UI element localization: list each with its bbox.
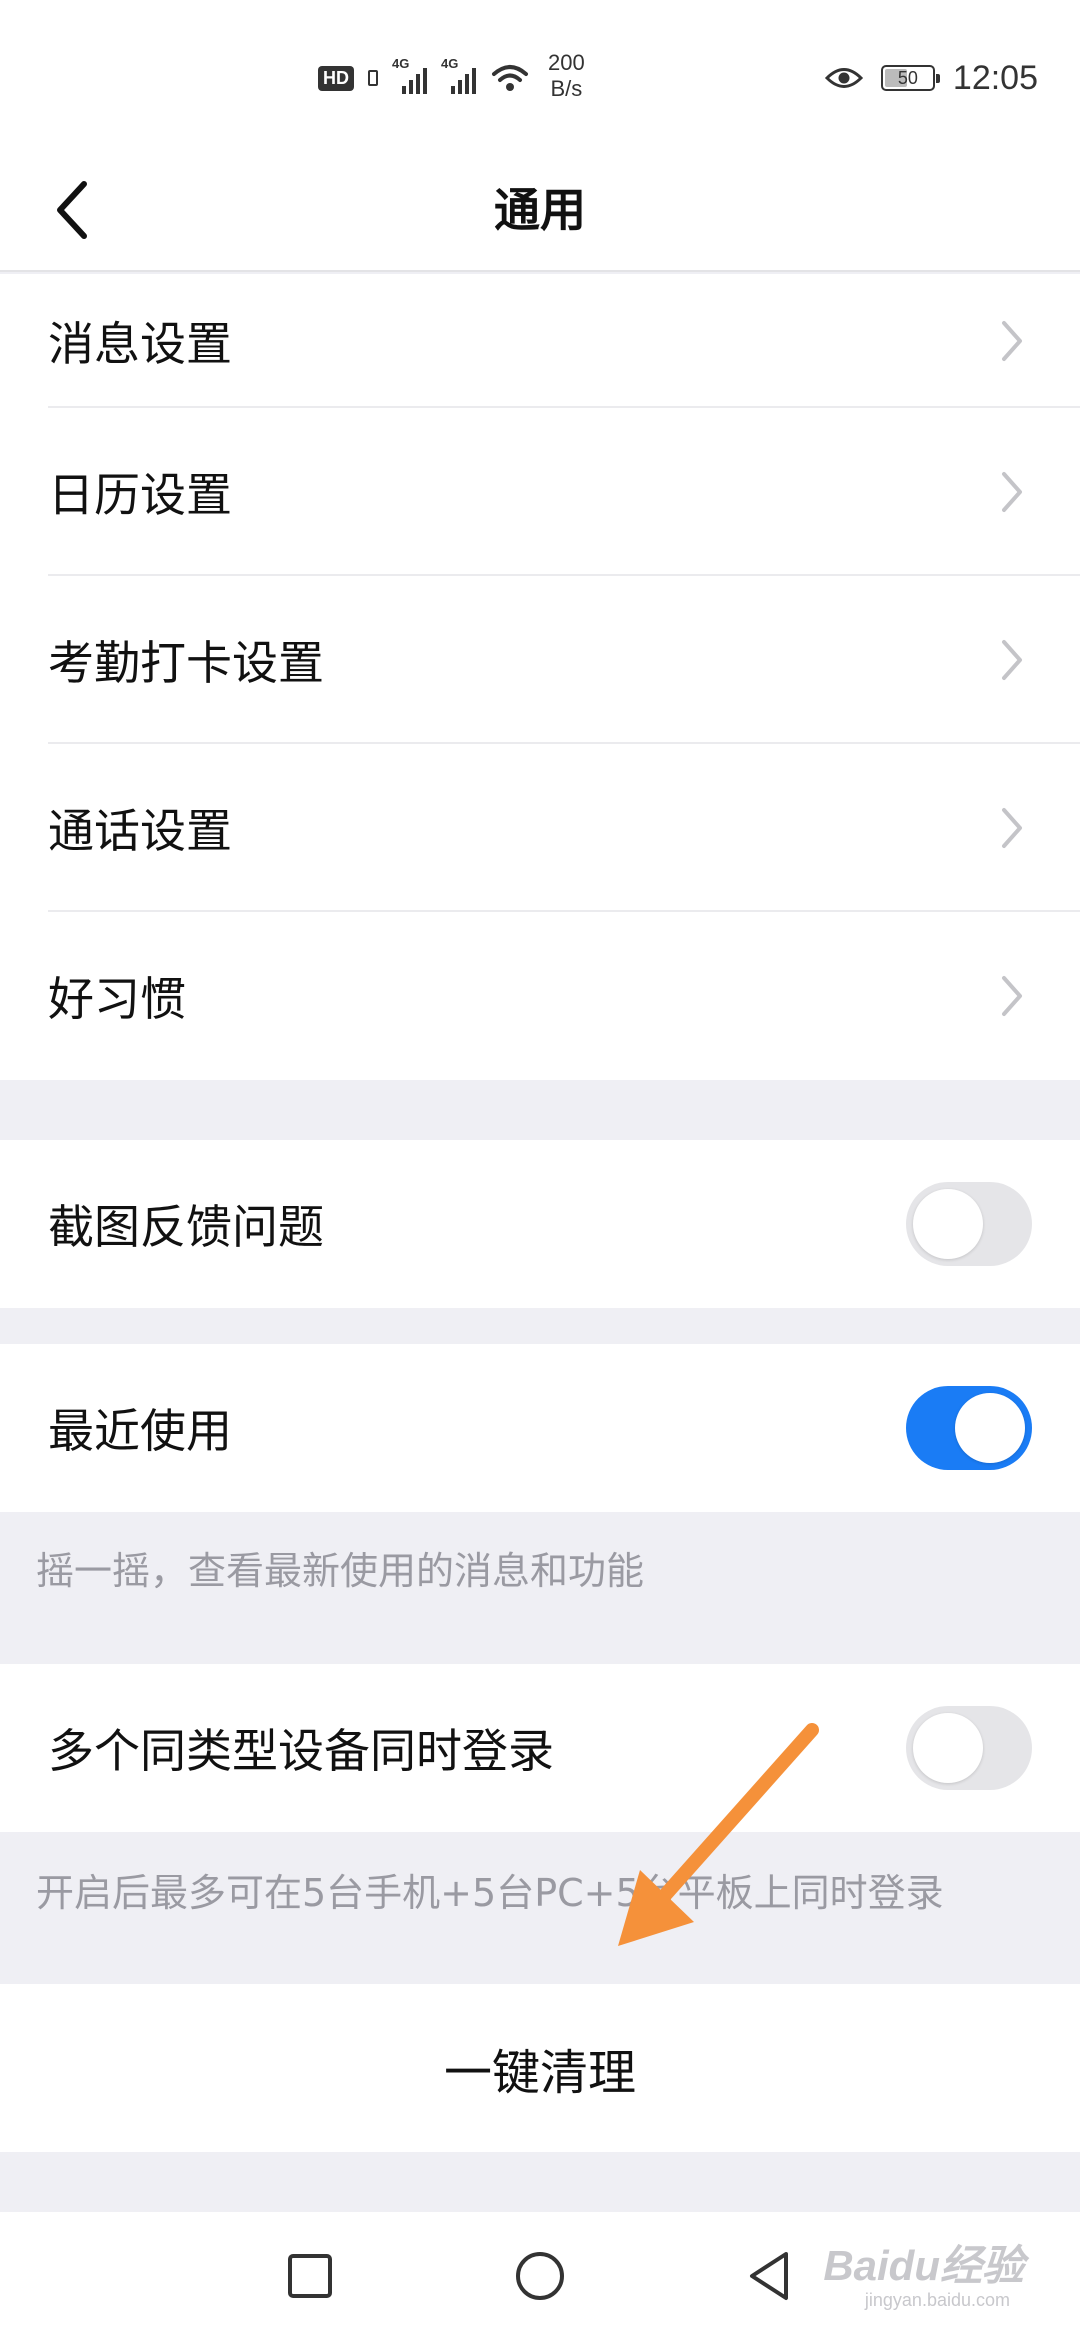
chevron-right-icon (1002, 808, 1022, 848)
battery-level: 50 (897, 67, 918, 88)
multi-device-label: 多个同类型设备同时登录 (48, 1724, 554, 1778)
recent-use-row: 最近使用 (0, 1344, 1080, 1512)
chevron-right-icon (1002, 976, 1022, 1016)
clock: 12:05 (952, 58, 1038, 97)
watermark-logo: Baidu经验 (823, 2242, 1024, 2289)
net-speed-value: 200 (548, 50, 585, 75)
recent-use-toggle[interactable] (906, 1386, 1032, 1470)
recent-use-section: 最近使用 (0, 1344, 1080, 1512)
hd-voice-badge: HD (318, 65, 354, 91)
settings-item-good-habits[interactable]: 好习惯 (0, 912, 1080, 1080)
screenshot-feedback-label: 截图反馈问题 (48, 1200, 324, 1254)
settings-item-message[interactable]: 消息设置 (0, 274, 1080, 408)
settings-item-calendar[interactable]: 日历设置 (0, 408, 1080, 576)
status-icons: HD 4G 4G (318, 56, 530, 98)
screenshot-feedback-row: 截图反馈问题 (0, 1140, 1080, 1308)
triangle-back-icon[interactable] (740, 2246, 800, 2306)
app-header: 通用 (0, 150, 1080, 272)
settings-item-label: 通话设置 (48, 804, 232, 858)
circle-icon[interactable] (510, 2246, 570, 2306)
settings-item-attendance[interactable]: 考勤打卡设置 (0, 576, 1080, 744)
settings-item-label: 好习惯 (48, 972, 186, 1026)
recent-use-hint: 摇一摇，查看最新使用的消息和功能 (36, 1549, 645, 1593)
chevron-right-icon (1002, 472, 1022, 512)
page-title: 通用 (494, 183, 586, 237)
settings-item-label: 消息设置 (48, 317, 232, 371)
recent-use-label: 最近使用 (48, 1404, 232, 1458)
sim-icon (368, 70, 378, 86)
settings-item-label: 考勤打卡设置 (48, 636, 324, 690)
signal-1-label: 4G (392, 56, 410, 71)
signal-2-icon: 4G (441, 56, 476, 94)
net-speed-unit: B/s (550, 76, 583, 101)
back-button[interactable] (52, 170, 122, 250)
chevron-right-icon (1002, 321, 1022, 361)
multi-device-section: 多个同类型设备同时登录 (0, 1664, 1080, 1832)
net-speed: 200 B/s (548, 50, 585, 102)
chevron-right-icon (1002, 640, 1022, 680)
status-bar: HD 4G 4G 200 B/s 50 12:05 (0, 0, 1080, 150)
multi-device-hint: 开启后最多可在5台手机+5台PC+5台平板上同时登录 (36, 1871, 944, 1915)
square-icon[interactable] (280, 2246, 340, 2306)
battery-icon: 50 (880, 65, 940, 91)
back-arrow-icon (57, 181, 87, 239)
one-click-clean-button[interactable]: 一键清理 (0, 1984, 1080, 2152)
system-nav-bar: Baidu经验 jingyan.baidu.com (0, 2212, 1080, 2340)
signal-2-label: 4G (441, 56, 459, 71)
status-right: 50 12:05 (824, 56, 1038, 100)
wifi-icon (492, 65, 528, 91)
eye-comfort-icon (824, 68, 863, 88)
multi-device-row: 多个同类型设备同时登录 (0, 1664, 1080, 1832)
watermark-url: jingyan.baidu.com (864, 2290, 1010, 2310)
settings-list: 消息设置 日历设置 考勤打卡设置 通话设置 好习惯 (0, 274, 1080, 1080)
multi-device-toggle[interactable] (906, 1706, 1032, 1790)
screenshot-feedback-section: 截图反馈问题 (0, 1140, 1080, 1308)
settings-item-call[interactable]: 通话设置 (0, 744, 1080, 912)
screenshot-feedback-toggle[interactable] (906, 1182, 1032, 1266)
signal-1-icon: 4G (392, 56, 427, 94)
settings-item-label: 日历设置 (48, 468, 232, 522)
